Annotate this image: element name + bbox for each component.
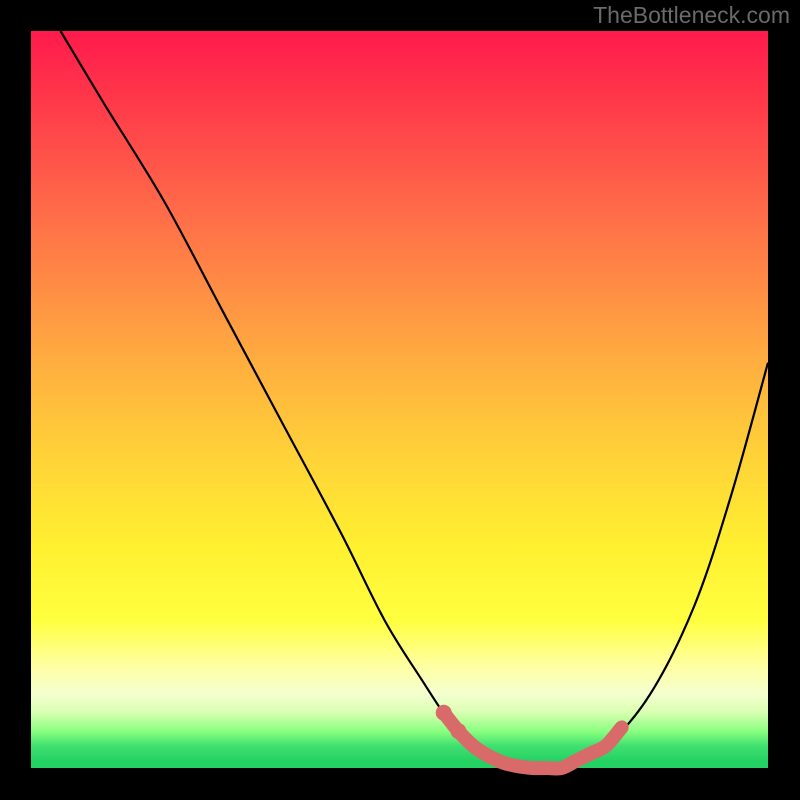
chart-canvas: TheBottleneck.com	[0, 0, 800, 800]
bottleneck-curve	[60, 31, 768, 770]
marker-dot	[450, 723, 466, 739]
marker-dot	[436, 705, 452, 721]
watermark-text: TheBottleneck.com	[593, 2, 790, 29]
optimal-range-highlight	[444, 713, 622, 769]
curve-overlay	[31, 31, 768, 768]
